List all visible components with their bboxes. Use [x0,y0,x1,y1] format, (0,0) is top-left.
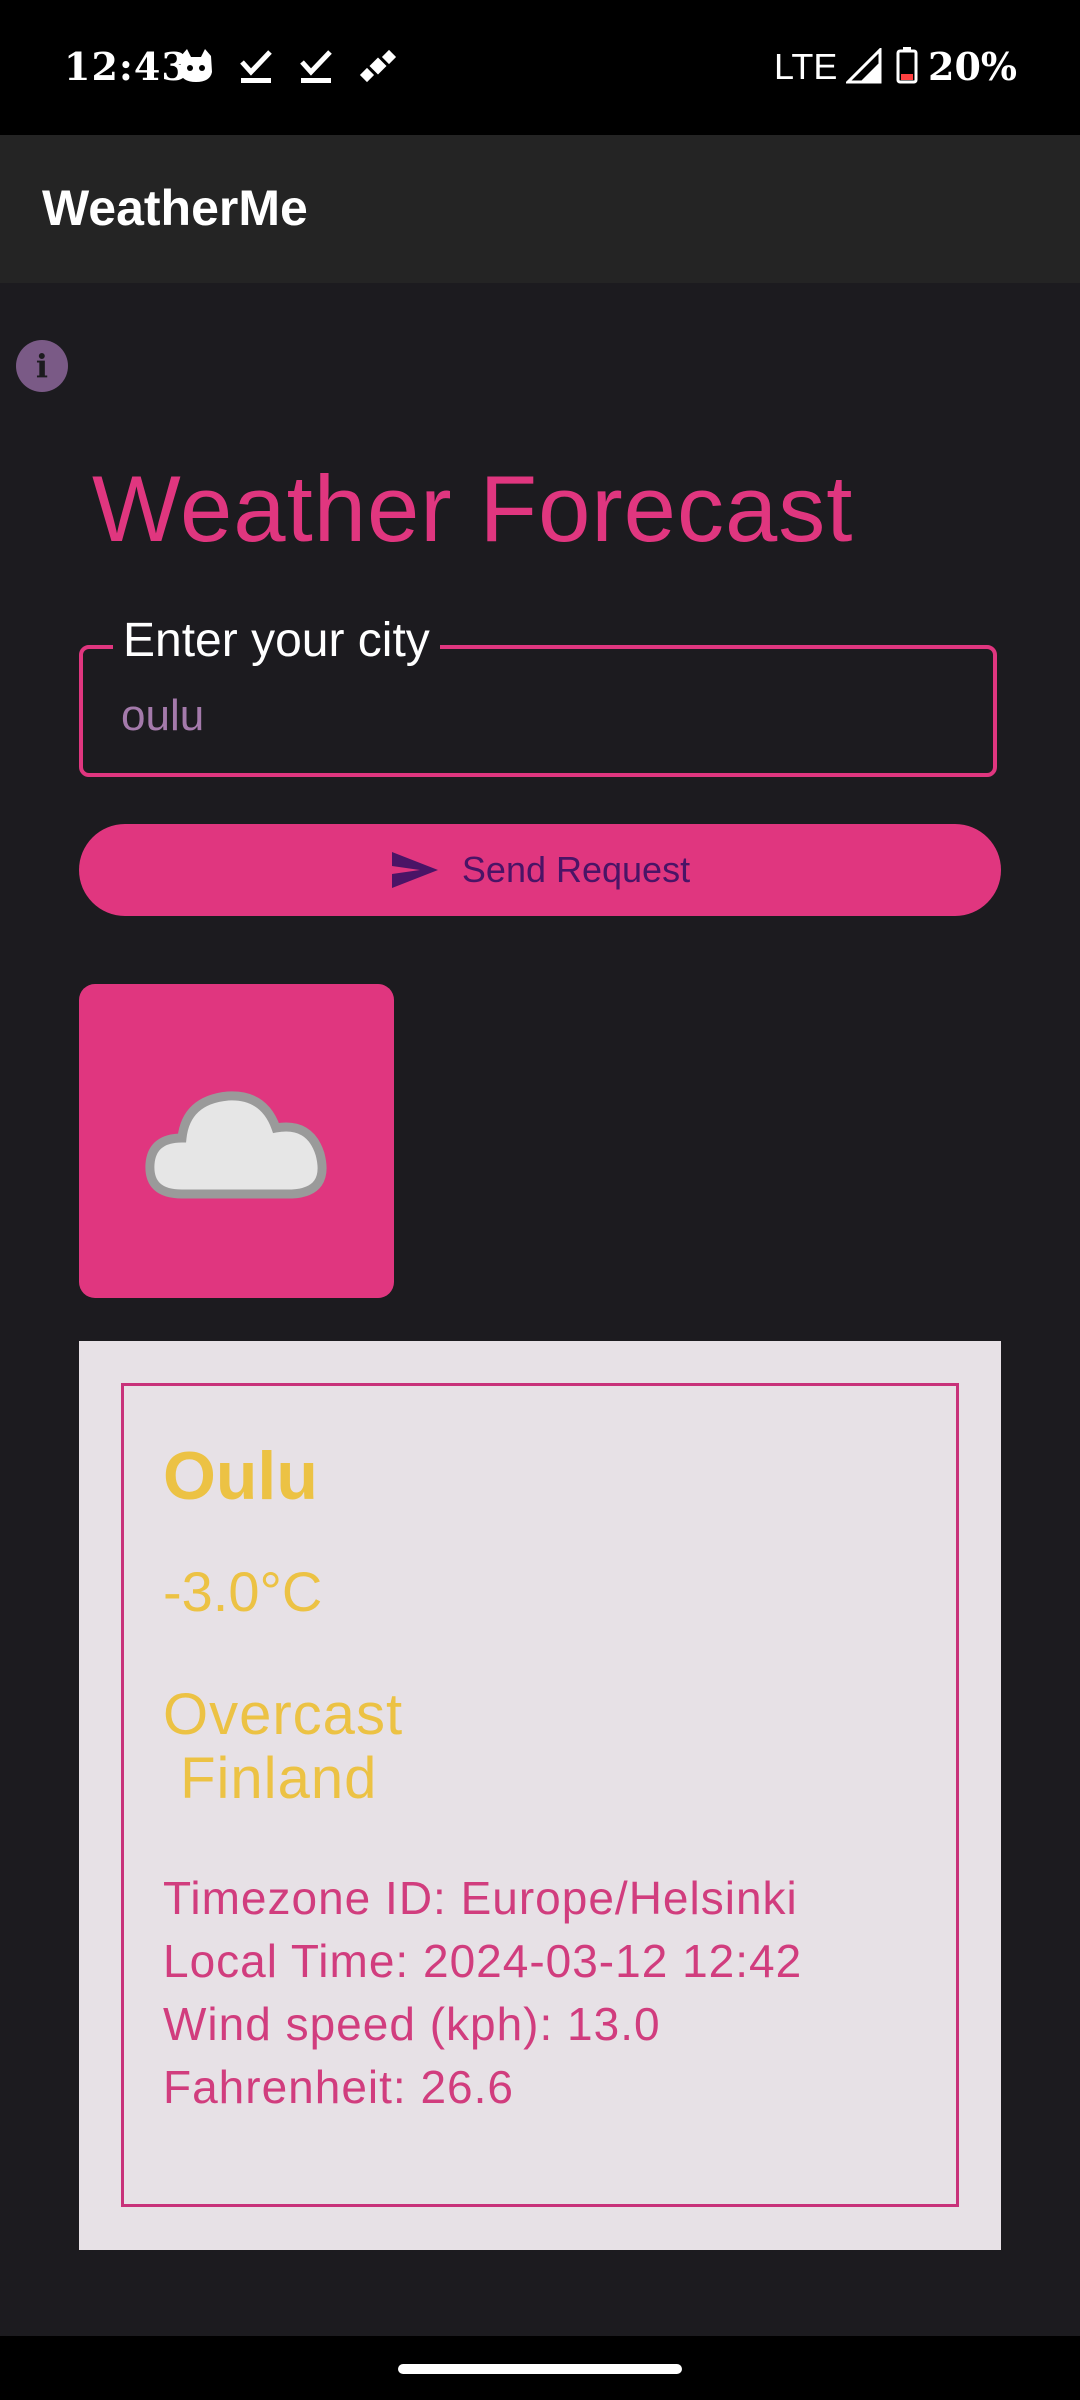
page-title: Weather Forecast [92,456,854,561]
fahrenheit: Fahrenheit: 26.6 [163,2061,515,2113]
city-name: Oulu [163,1438,318,1514]
city-input[interactable] [121,691,941,741]
condition-block: Overcast Finland [163,1683,403,1811]
weather-details: Timezone ID: Europe/Helsinki Local Time:… [163,1867,802,2119]
check-icon [300,50,332,83]
cloud-icon [144,1091,327,1199]
home-gesture-handle[interactable] [398,2364,682,2374]
weather-condition: Overcast [163,1682,404,1747]
status-bar: 12:43 LTE 20% [0,0,1080,135]
cat-notification-icon [180,49,212,82]
info-icon: i [35,347,49,385]
timezone: Timezone ID: Europe/Helsinki [163,1872,798,1924]
app-bar: WeatherMe [0,135,1080,283]
network-type: LTE [774,46,838,87]
signal-icon [846,48,882,84]
send-request-button[interactable]: Send Request [79,824,1001,916]
navigation-bar [0,2336,1080,2400]
city-field-label: Enter your city [113,613,440,668]
check-icon [240,50,272,83]
weather-icon-card [79,984,394,1298]
city-field[interactable]: Enter your city [79,613,997,777]
battery-level: 20% [928,44,1017,89]
weather-info-panel: Oulu -3.0°C Overcast Finland Timezone ID… [79,1341,1001,2250]
app-title: WeatherMe [42,180,308,236]
temperature: -3.0°C [163,1560,323,1623]
local-time: Local Time: 2024-03-12 12:42 [163,1935,803,1987]
info-button[interactable]: i [16,340,68,392]
country: Finland [163,1746,378,1811]
battery-icon [896,47,918,84]
satellite-icon [359,49,397,83]
wind-speed: Wind speed (kph): 13.0 [163,1998,661,2050]
status-time: 12:43 [64,44,189,89]
notification-icons [176,46,398,86]
send-request-label: Send Request [461,849,691,890]
send-icon [391,852,438,888]
